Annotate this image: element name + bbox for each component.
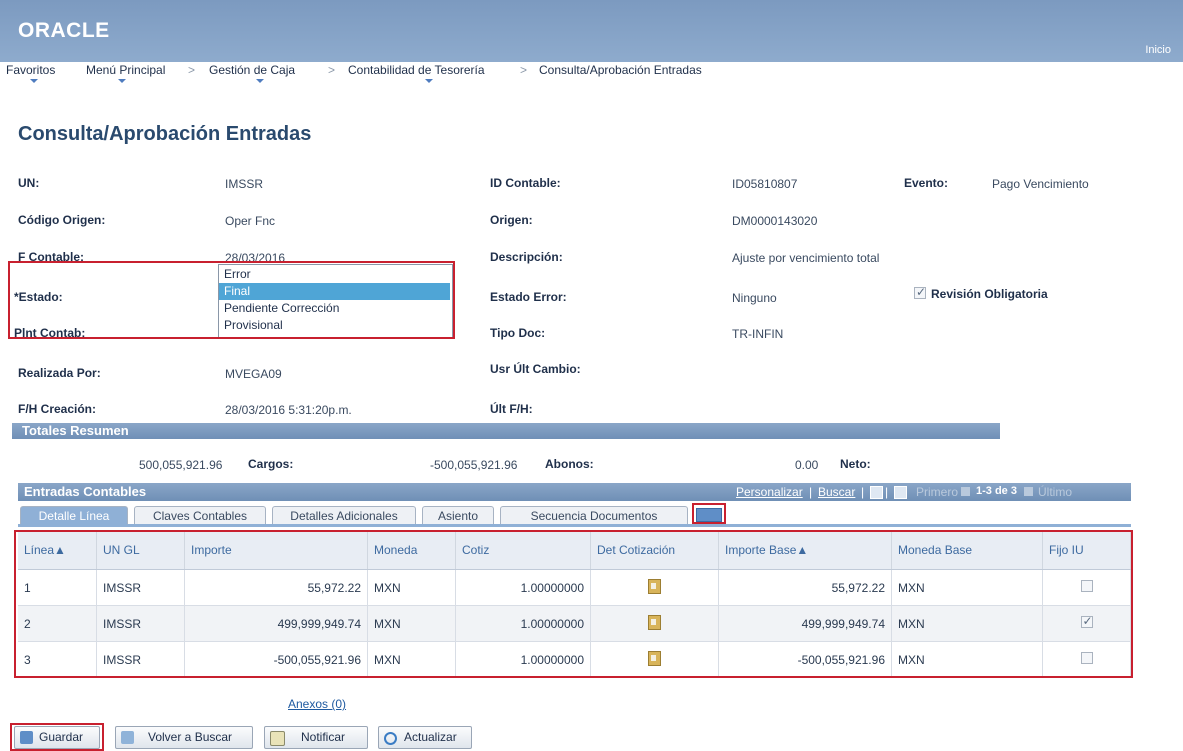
codigo-origen-value: Oper Fnc xyxy=(225,214,276,228)
breadcrumb: Favoritos Menú Principal > Gestión de Ca… xyxy=(0,62,1183,83)
tab-detalle-linea[interactable]: Detalle Línea xyxy=(20,506,128,524)
tab-asiento[interactable]: Asiento xyxy=(422,506,494,524)
tab-underline xyxy=(18,524,1131,527)
row-range: 1-3 de 3 xyxy=(976,485,1017,497)
breadcrumb-gestion-caja[interactable]: Gestión de Caja xyxy=(209,63,295,77)
highlight-box-show-columns xyxy=(692,503,726,524)
tipo-doc-value: TR-INFIN xyxy=(732,327,784,341)
buscar-link[interactable]: Buscar xyxy=(818,485,855,499)
refresh-icon xyxy=(384,732,397,745)
actualizar-label: Actualizar xyxy=(404,730,457,744)
estado-error-label: Estado Error: xyxy=(490,290,567,304)
id-contable-value: ID05810807 xyxy=(732,177,798,191)
breadcrumb-contabilidad-tesoreria[interactable]: Contabilidad de Tesorería xyxy=(348,63,485,77)
oracle-logo: ORACLE xyxy=(18,19,110,42)
evento-label: Evento: xyxy=(904,176,949,190)
fh-creacion-label: F/H Creación: xyxy=(18,402,97,416)
breadcrumb-favoritos[interactable]: Favoritos xyxy=(6,63,55,77)
personalizar-link[interactable]: Personalizar xyxy=(736,485,803,499)
breadcrumb-consulta-aprobacion[interactable]: Consulta/Aprobación Entradas xyxy=(539,63,702,77)
entradas-contables-title: Entradas Contables xyxy=(24,484,147,499)
codigo-origen-label: Código Origen: xyxy=(18,213,106,227)
highlight-box-grid xyxy=(14,530,1133,678)
descripcion-value: Ajuste por vencimiento total xyxy=(732,251,880,265)
volver-a-buscar-label: Volver a Buscar xyxy=(148,730,233,744)
check-icon: ✓ xyxy=(916,285,927,299)
download-spreadsheet-icon[interactable] xyxy=(894,486,907,499)
neto-value: 0.00 xyxy=(795,458,819,472)
abonos-label: Abonos: xyxy=(545,457,594,471)
ult-fh-label: Últ F/H: xyxy=(490,402,533,416)
next-icon[interactable] xyxy=(1024,487,1033,496)
notificar-label: Notificar xyxy=(301,730,346,744)
un-label: UN: xyxy=(18,176,40,190)
highlight-box-estado xyxy=(8,261,455,339)
fh-creacion-value: 28/03/2016 5:31:20p.m. xyxy=(225,403,352,417)
page-title: Consulta/Aprobación Entradas xyxy=(18,123,312,145)
estado-error-value: Ninguno xyxy=(732,291,777,305)
tab-secuencia-documentos[interactable]: Secuencia Documentos xyxy=(500,506,688,524)
usr-ult-cambio-label: Usr Últ Cambio: xyxy=(490,362,581,376)
previous-icon[interactable] xyxy=(961,487,970,496)
breadcrumb-separator-icon: > xyxy=(328,63,336,77)
anexos-link[interactable]: Anexos (0) xyxy=(288,697,346,711)
breadcrumb-menu-principal[interactable]: Menú Principal xyxy=(86,63,165,77)
notify-icon xyxy=(270,731,285,746)
grid-separator: | xyxy=(809,485,813,499)
breadcrumb-separator-icon: > xyxy=(520,63,528,77)
origen-label: Origen: xyxy=(490,213,533,227)
chevron-down-icon[interactable] xyxy=(256,79,264,83)
volver-a-buscar-button[interactable]: Volver a Buscar xyxy=(115,726,253,749)
primero-link[interactable]: Primero xyxy=(916,485,958,499)
chevron-down-icon[interactable] xyxy=(30,79,38,83)
origen-value: DM0000143020 xyxy=(732,214,818,228)
realizada-por-value: MVEGA09 xyxy=(225,367,282,381)
return-search-icon xyxy=(121,731,134,744)
top-banner: ORACLE Inicio xyxy=(0,0,1183,62)
chevron-down-icon[interactable] xyxy=(118,79,126,83)
notificar-button[interactable]: Notificar xyxy=(264,726,368,749)
tab-claves-contables[interactable]: Claves Contables xyxy=(134,506,266,524)
totales-resumen-header: Totales Resumen xyxy=(12,423,1000,439)
abonos-value: -500,055,921.96 xyxy=(430,458,518,472)
grid-separator: | xyxy=(861,485,865,499)
revision-obligatoria-label: Revisión Obligatoria xyxy=(931,287,1048,301)
revision-obligatoria-checkbox[interactable]: ✓ xyxy=(914,285,927,299)
cargos-label: Cargos: xyxy=(248,457,294,471)
evento-value: Pago Vencimiento xyxy=(992,177,1089,191)
un-value: IMSSR xyxy=(225,177,264,191)
tipo-doc-label: Tipo Doc: xyxy=(490,326,546,340)
highlight-box-guardar xyxy=(10,723,104,751)
realizada-por-label: Realizada Por: xyxy=(18,366,101,380)
zoom-icon[interactable] xyxy=(870,486,883,499)
id-contable-label: ID Contable: xyxy=(490,176,561,190)
descripcion-label: Descripción: xyxy=(490,250,563,264)
actualizar-button[interactable]: Actualizar xyxy=(378,726,472,749)
tab-detalles-adicionales[interactable]: Detalles Adicionales xyxy=(272,506,416,524)
home-link[interactable]: Inicio xyxy=(1145,44,1171,56)
breadcrumb-separator-icon: > xyxy=(188,63,196,77)
cargos-value: 500,055,921.96 xyxy=(139,458,223,472)
ultimo-link[interactable]: Último xyxy=(1038,485,1072,499)
grid-separator: | xyxy=(885,485,889,499)
entradas-contables-header: Entradas Contables Personalizar | Buscar… xyxy=(18,483,1131,501)
chevron-down-icon[interactable] xyxy=(425,79,433,83)
neto-label: Neto: xyxy=(840,457,871,471)
